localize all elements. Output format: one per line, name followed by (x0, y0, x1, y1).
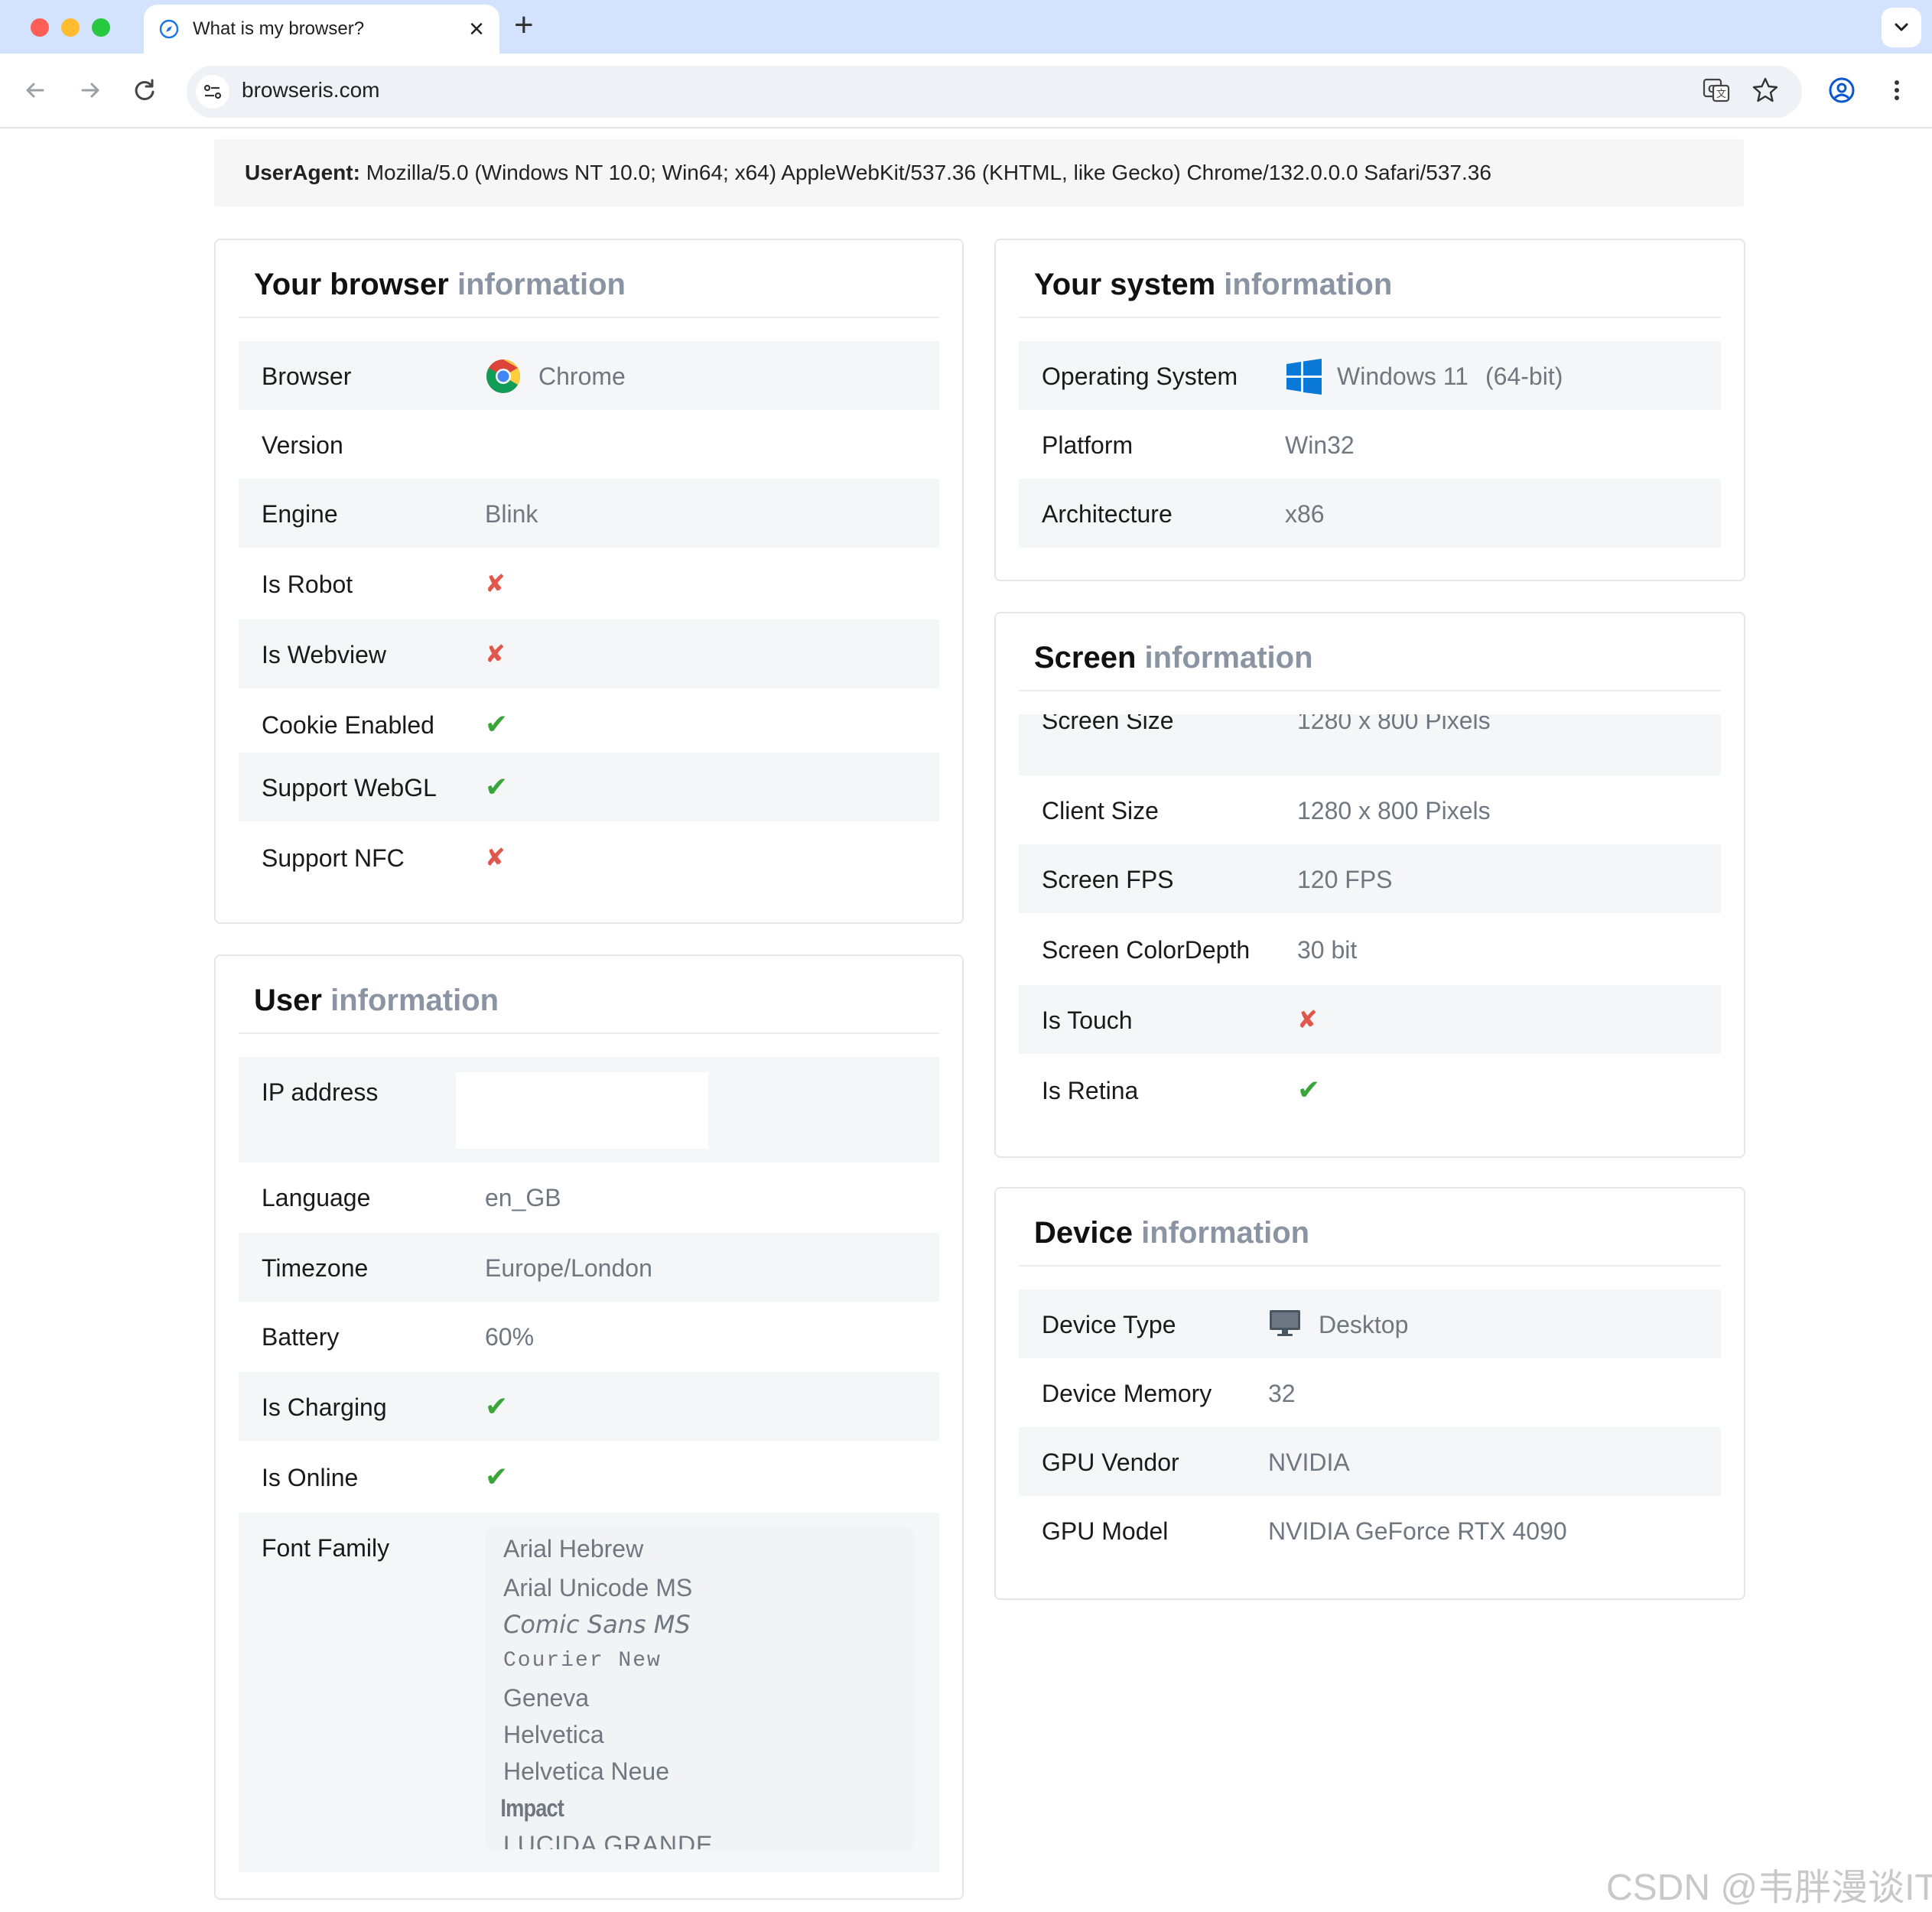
cross-icon: ✘ (485, 844, 506, 871)
tab-active[interactable]: What is my browser? × (144, 5, 499, 55)
font-item: Arial Unicode MS (503, 1574, 693, 1601)
chevron-down-icon (1895, 23, 1908, 31)
font-item: Helvetica (503, 1721, 604, 1748)
ip-address-value (456, 1072, 708, 1149)
check-icon: ✔ (485, 1390, 509, 1422)
site-settings-icon[interactable] (194, 73, 231, 110)
font-item: Comic Sans MS (503, 1610, 691, 1639)
maximize-window-button[interactable] (92, 18, 110, 37)
close-window-button[interactable] (31, 18, 49, 37)
info-row-support-nfc: Support NFC ✘ (262, 844, 506, 872)
info-row-battery: Battery 60% (262, 1323, 535, 1351)
info-row-is-touch: Is Touch ✘ (1019, 985, 1721, 1054)
divider (1019, 690, 1721, 691)
screen-info-card: Screen information Screen Size 1280 x 80… (994, 612, 1745, 1158)
user-agent-bar: UserAgent: Mozilla/5.0 (Windows NT 10.0;… (214, 139, 1744, 206)
info-row-browser: Browser Chrome (239, 341, 939, 410)
info-row-screen-fps: Screen FPS 120 FPS (1019, 844, 1721, 913)
card-title: Screen information (1034, 641, 1313, 675)
info-row-architecture: Architecture x86 (1019, 479, 1721, 548)
divider (1019, 1265, 1721, 1267)
desktop-icon (1270, 1310, 1300, 1336)
system-info-card: Your system information Operating System… (994, 239, 1745, 581)
tab-search-button[interactable] (1882, 8, 1921, 47)
card-title: Device information (1034, 1216, 1310, 1250)
info-row-operating-system: Operating System Windows 11 (64-bit) (1019, 341, 1721, 410)
back-button[interactable] (15, 70, 55, 110)
divider (1019, 317, 1721, 318)
info-row-gpu-vendor: GPU Vendor NVIDIA (1019, 1427, 1721, 1496)
info-row-is-online: Is Online ✔ (262, 1461, 509, 1492)
watermark: CSDN @韦胖漫谈IT (1606, 1868, 1932, 1908)
more-menu-icon[interactable] (1880, 73, 1914, 107)
info-row-is-retina: Is Retina ✔ (1042, 1074, 1321, 1105)
info-row-version: Version (262, 431, 343, 459)
bookmark-star-icon[interactable] (1748, 73, 1782, 107)
info-row-cookie-enabled: Cookie Enabled ✔ (262, 708, 509, 740)
check-icon: ✔ (1297, 1074, 1321, 1105)
close-tab-icon[interactable]: × (469, 14, 484, 44)
info-row-screen-colordepth: Screen ColorDepth 30 bit (1042, 936, 1358, 964)
font-item: LUCIDA GRANDE (503, 1831, 714, 1849)
windows-logo-icon (1286, 359, 1322, 395)
info-row-ip-address: IP address (239, 1057, 939, 1162)
url-text[interactable]: browseris.com (242, 78, 379, 102)
card-title: User information (254, 984, 499, 1017)
info-row-is-charging: Is Charging ✔ (239, 1372, 939, 1441)
user-agent-label: UserAgent: (245, 161, 360, 184)
svg-text:文: 文 (1716, 89, 1726, 100)
check-icon: ✔ (485, 771, 509, 802)
minimize-window-button[interactable] (61, 18, 80, 37)
forward-button[interactable] (70, 70, 110, 110)
font-item: Impact (500, 1794, 564, 1822)
compass-icon (159, 19, 179, 39)
info-row-font-family: Font Family Arial Hebrew Arial Unicode M… (239, 1513, 939, 1872)
cross-icon: ✘ (1297, 1006, 1318, 1033)
card-title: Your browser information (254, 268, 626, 301)
font-item: Courier New (503, 1649, 662, 1673)
font-family-list[interactable]: Arial Hebrew Arial Unicode MS Comic Sans… (485, 1528, 913, 1849)
chrome-logo-icon (486, 359, 520, 393)
profile-icon[interactable] (1825, 73, 1859, 107)
info-row-is-robot: Is Robot ✘ (262, 570, 506, 598)
info-row-platform: Platform Win32 (1042, 431, 1355, 459)
info-row-is-webview: Is Webview ✘ (239, 619, 939, 688)
divider (239, 1032, 939, 1034)
info-row-gpu-model: GPU Model NVIDIA GeForce RTX 4090 (1042, 1517, 1567, 1545)
check-icon: ✔ (485, 1461, 509, 1492)
translate-icon[interactable]: G 文 (1699, 73, 1733, 107)
user-info-card: User information IP address Language en_… (214, 954, 964, 1900)
font-item: Helvetica Neue (503, 1758, 669, 1785)
address-bar[interactable] (187, 66, 1802, 118)
browser-info-card: Your browser information Browser Chrome … (214, 239, 964, 924)
user-agent-value: Mozilla/5.0 (Windows NT 10.0; Win64; x64… (366, 161, 1491, 184)
info-row-screen-size: Screen Size 1280 x 800 Pixels (1019, 714, 1721, 776)
device-info-card: Device information Device Type Desktop D… (994, 1187, 1745, 1600)
info-row-language: Language en_GB (262, 1184, 561, 1211)
font-item: Arial Hebrew (503, 1535, 644, 1562)
font-item: Geneva (503, 1684, 590, 1712)
info-row-timezone: Timezone Europe/London (239, 1233, 939, 1302)
card-title: Your system information (1034, 268, 1393, 301)
check-icon: ✔ (485, 708, 509, 740)
info-row-device-type: Device Type Desktop (1019, 1289, 1721, 1358)
cross-icon: ✘ (485, 640, 506, 668)
cross-icon: ✘ (485, 570, 506, 597)
info-row-support-webgl: Support WebGL ✔ (239, 753, 939, 821)
info-row-device-memory: Device Memory 32 (1042, 1380, 1296, 1407)
tab-title: What is my browser? (193, 18, 365, 39)
reload-button[interactable] (125, 70, 165, 110)
divider (239, 317, 939, 318)
new-tab-button[interactable]: + (514, 6, 534, 44)
info-row-client-size: Client Size 1280 x 800 Pixels (1042, 797, 1491, 824)
info-row-engine: Engine Blink (239, 479, 939, 548)
